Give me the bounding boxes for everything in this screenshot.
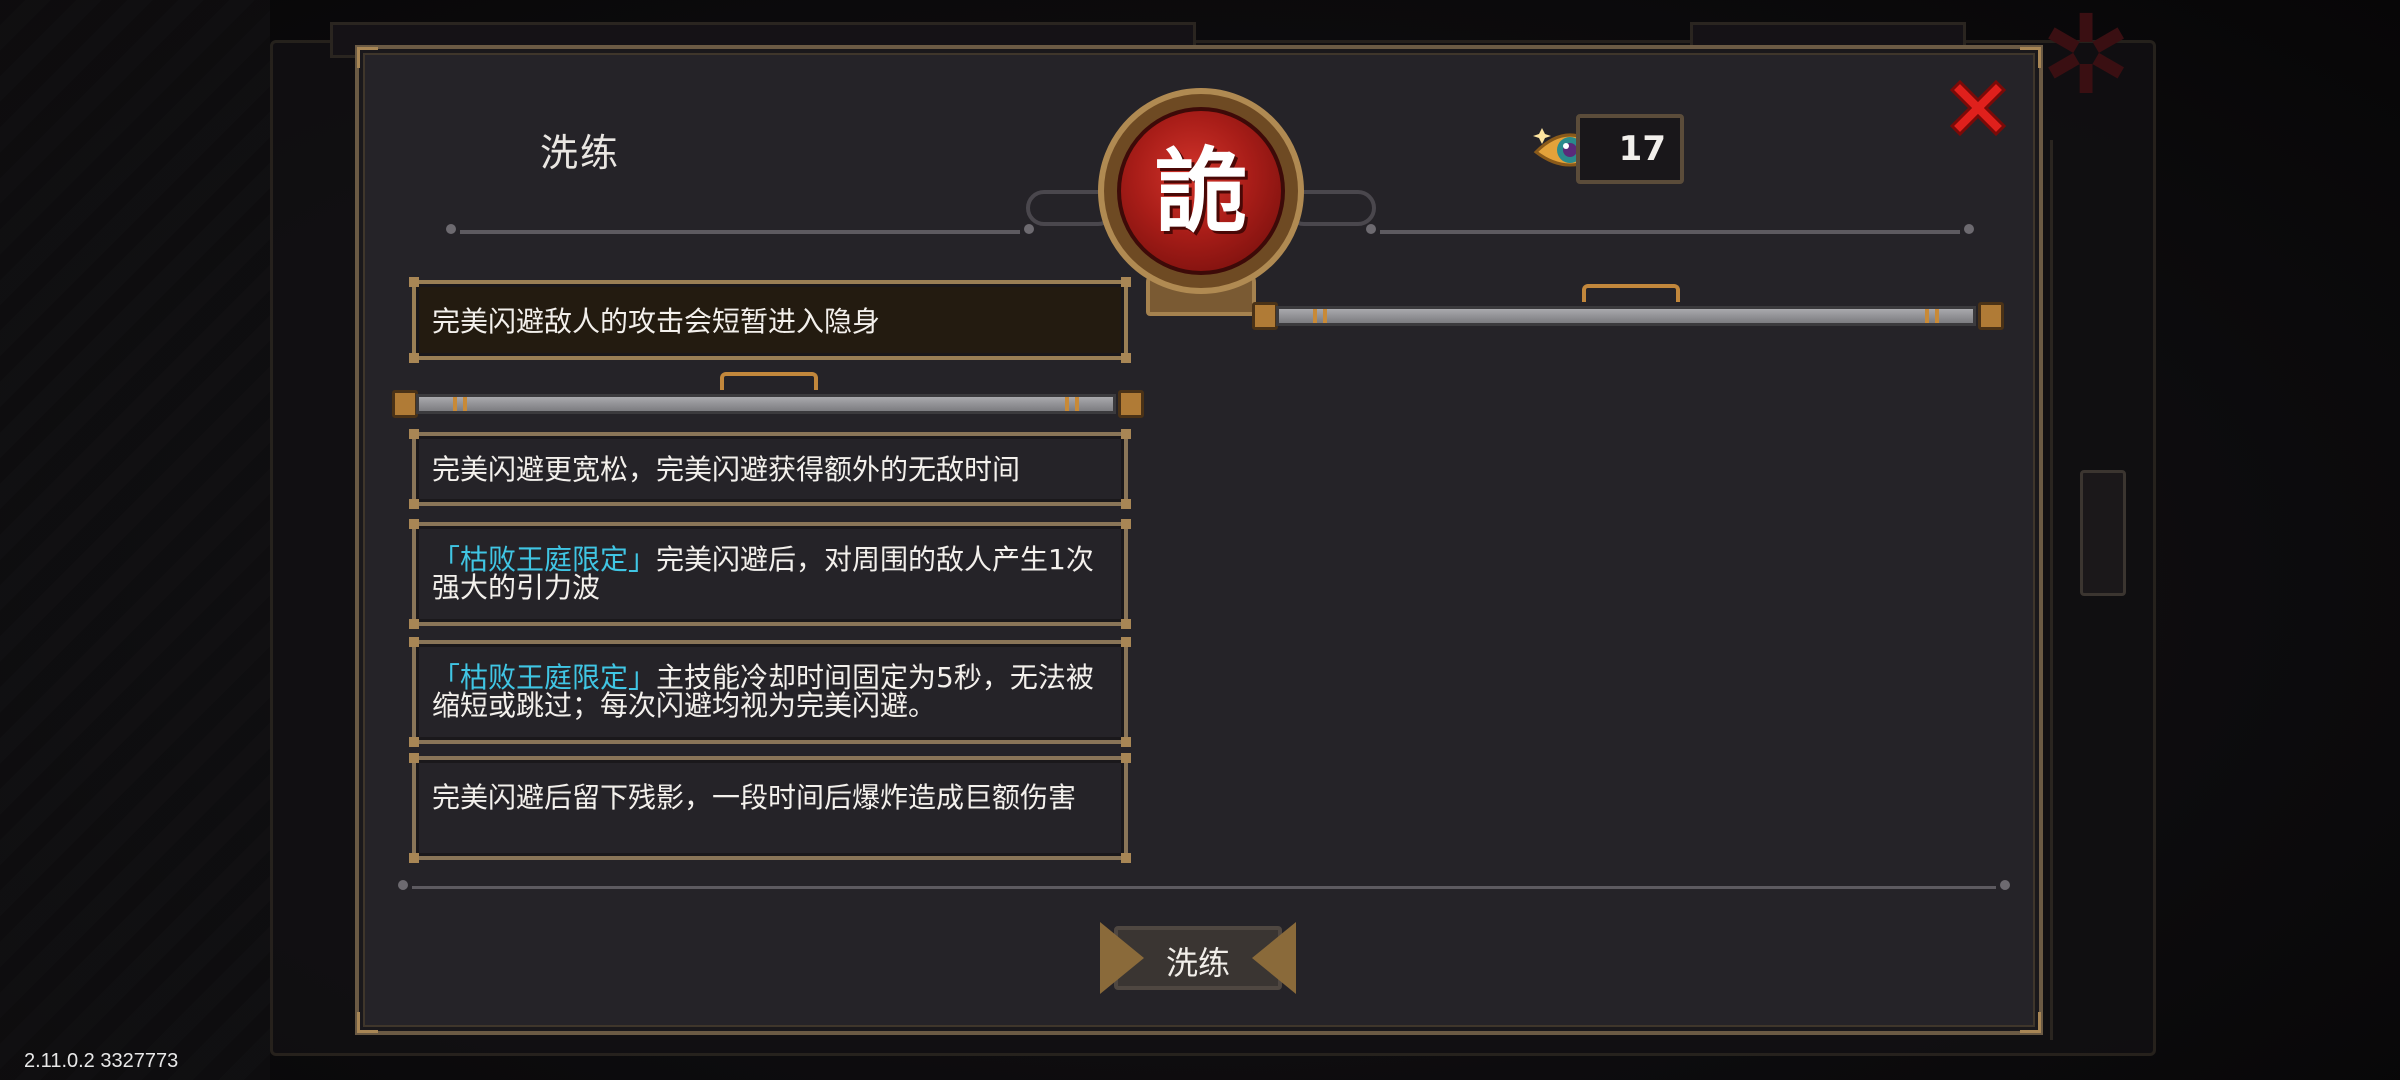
scroll-rod-cap — [392, 390, 418, 418]
background-scroll-thumb — [2080, 470, 2126, 596]
close-x-icon[interactable] — [1946, 76, 2010, 140]
scroll-rod-cap — [1252, 302, 1278, 330]
bottom-divider — [398, 880, 2010, 890]
emblem-character: 詭 — [1154, 137, 1247, 245]
option-text: 完美闪避敌人的攻击会短暂进入隐身 — [432, 305, 881, 338]
scroll-rod-right — [1276, 306, 1976, 326]
background-left — [0, 0, 270, 1080]
title-divider-left — [446, 224, 1034, 234]
version-label: 2.11.0.2 3327773 — [24, 1050, 179, 1072]
refine-option[interactable]: 完美闪避更宽松，完美闪避获得额外的无敌时间 — [409, 429, 1131, 509]
currency-count: 17 — [1576, 114, 1684, 184]
emblem-badge: 詭 — [1117, 107, 1285, 275]
scroll-rod-left — [416, 394, 1116, 414]
scroll-rod-handle — [1582, 284, 1680, 302]
dialog-title: 洗练 — [540, 131, 621, 175]
option-text: 完美闪避后留下残影，一段时间后爆炸造成巨额伤害 — [432, 781, 1077, 814]
title-divider-right — [1366, 224, 1974, 234]
refine-option[interactable]: 完美闪避后留下残影，一段时间后爆炸造成巨额伤害 — [409, 753, 1131, 863]
game-scene: ✲ 洗练 詭 17 完美闪避敌人的攻击会短暂进入隐身 完美闪避更宽松，完美闪避获… — [0, 0, 2400, 1080]
scroll-rod-cap — [1118, 390, 1144, 418]
refine-button-label: 洗练 — [1165, 944, 1230, 982]
refine-option-selected[interactable]: 完美闪避敌人的攻击会短暂进入隐身 — [409, 277, 1131, 363]
refine-button[interactable]: 洗练 — [1084, 912, 1312, 1004]
refine-option[interactable]: 「枯败王庭限定」主技能冷却时间固定为5秒，无法被缩短或跳过；每次闪避均视为完美闪… — [409, 637, 1131, 747]
scroll-rod-handle — [720, 372, 818, 390]
pinwheel-icon: ✲ — [2040, 0, 2133, 119]
scroll-rod-cap — [1978, 302, 2004, 330]
refine-option[interactable]: 「枯败王庭限定」完美闪避后，对周围的敌人产生1次强大的引力波 — [409, 519, 1131, 629]
option-text: 完美闪避更宽松，完美闪避获得额外的无敌时间 — [432, 453, 1021, 486]
